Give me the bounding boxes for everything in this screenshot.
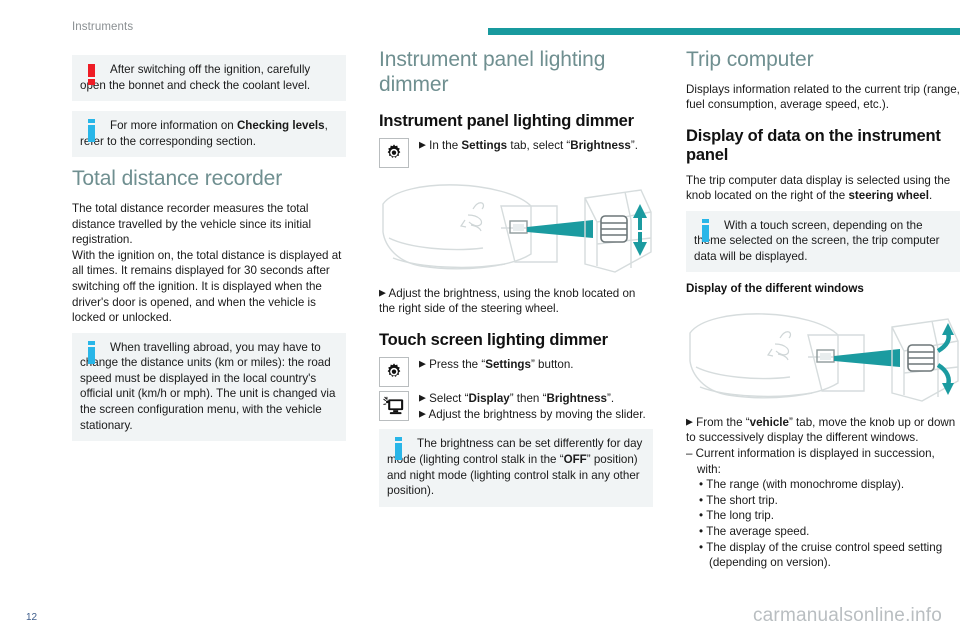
action-text-bold2: Brightness (570, 138, 631, 152)
action-text-part1: In the (429, 138, 462, 152)
gear-settings-icon (379, 137, 409, 168)
section-heading-total-distance: Total distance recorder (72, 167, 283, 191)
subsection-heading-different-windows: Display of the different windows (686, 282, 864, 296)
action-display-brightness-text: ▶ Select “Display” then “Brightness”. ▶ A… (379, 391, 653, 422)
triangle-right-icon: ▶ (686, 416, 693, 427)
info-i-icon (81, 119, 103, 149)
warning-callout: After switching off the ignition, carefu… (72, 55, 346, 102)
up-down-curved-arrows (936, 332, 951, 386)
info-callout-text: The brightness can be set differently fo… (387, 436, 645, 498)
subsection-heading-instrument-dimmer: Instrument panel lighting dimmer (379, 111, 634, 130)
press-text-part2: ” button. (530, 358, 574, 372)
bullet-text: The average speed. (706, 524, 810, 538)
daynight-bold: OFF (563, 453, 587, 467)
warning-exclamation-icon (81, 63, 103, 93)
list-item: • The short trip. (699, 493, 778, 507)
gear-settings-icon (379, 357, 409, 388)
list-item: • The average speed. (699, 524, 810, 538)
display-text-part3: ”. (607, 392, 615, 406)
manual-page: Instruments After switching off the igni… (0, 0, 960, 640)
trip-computer-intro: Displays information related to the curr… (686, 82, 960, 112)
list-item: • The display of the cruise control spee… (699, 540, 943, 570)
column-1: After switching off the ignition, carefu… (72, 48, 346, 588)
bullet-text: The long trip. (706, 509, 774, 523)
steering-wheel-dimmer-knob-illustration (379, 176, 653, 280)
info-i-icon (695, 218, 717, 249)
info-text-bold: Checking levels (236, 119, 325, 133)
action-vehicle-tab: ▶ From the “vehicle” tab, move the knob … (686, 415, 960, 446)
info-callout-text: For more information on Checking levels,… (80, 118, 338, 149)
info-text-part1: For more information on (110, 119, 237, 133)
action-settings-brightness-text: ▶ In the Settings tab, select “Brightnes… (379, 138, 653, 154)
column-3: Trip computer Displays information relat… (686, 48, 960, 588)
display-slider-text: Adjust the brightness by moving the slid… (428, 407, 646, 421)
action-text-part2: tab, select “ (507, 138, 571, 152)
watermark: carmanualsonline.info (752, 605, 942, 626)
up-down-arrows (633, 203, 647, 256)
info-callout-checking-levels: For more information on Checking levels,… (72, 111, 346, 158)
action-settings-brightness: ▶ In the Settings tab, select “Brightnes… (379, 137, 653, 168)
triangle-right-icon: ▶ (419, 408, 426, 419)
subsection-heading-touchscreen-dimmer: Touch screen lighting dimmer (379, 330, 608, 349)
display-text-part1: Select “ (429, 392, 469, 406)
total-distance-para-1: The total distance recorder measures the… (72, 202, 312, 247)
action-text-part3: ”. (630, 138, 638, 152)
display-text-bold1: Display (468, 392, 510, 406)
triangle-right-icon: ▶ (419, 392, 426, 403)
display-text-bold2: Brightness (546, 392, 608, 406)
triangle-right-icon: ▶ (379, 287, 386, 298)
press-text-part1: Press the “ (429, 358, 486, 372)
current-info-dash-list: – Current information is displayed in su… (686, 446, 960, 477)
trip-computer-para-2: The trip computer data display is select… (686, 173, 960, 204)
page-number: 12 (26, 612, 38, 623)
para2-part2: . (928, 189, 933, 203)
triangle-right-icon: ▶ (419, 139, 426, 150)
info-callout-touchscreen-theme: With a touch screen, depending on the th… (686, 210, 960, 273)
vehicle-part1: From the “ (696, 415, 750, 429)
section-heading-trip-computer: Trip computer (686, 48, 814, 71)
display-text-part2: ” then “ (509, 392, 547, 406)
bullet-text: The display of the cruise control speed … (706, 540, 943, 570)
triangle-right-icon: ▶ (419, 358, 426, 369)
trip-computer-bullet-list: • The range (with monochrome display). •… (699, 477, 960, 570)
info-callout-distance-units: When travelling abroad, you may have to … (72, 332, 346, 442)
warning-callout-text: After switching off the ignition, carefu… (80, 63, 311, 92)
list-item: • The long trip. (699, 509, 774, 523)
header-rule (488, 28, 960, 35)
info-callout-text: When travelling abroad, you may have to … (80, 340, 336, 432)
steering-wheel-dimmer-knob-illustration (686, 305, 960, 409)
info-callout-day-night-brightness: The brightness can be set differently fo… (379, 429, 653, 507)
display-brightness-icon (379, 391, 409, 422)
bullet-text: The range (with monochrome display). (706, 478, 905, 492)
list-item: • The range (with monochrome display). (699, 478, 905, 492)
action-text-bold1: Settings (461, 138, 508, 152)
bullet-text: The short trip. (706, 493, 778, 507)
section-heading-instrument-dimmer: Instrument panel lighting dimmer (379, 48, 606, 96)
press-text-bold: Settings (485, 358, 531, 372)
total-distance-para-2: With the ignition on, the total distance… (72, 248, 342, 325)
vehicle-bold: vehicle (749, 415, 789, 429)
list-item: – Current information is displayed in su… (686, 447, 935, 476)
info-callout-text: With a touch screen, depending on the th… (694, 218, 940, 263)
column-2: Instrument panel lighting dimmer Instrum… (379, 48, 653, 588)
info-i-icon (81, 340, 103, 371)
subsection-heading-display-data: Display of data on the instrument panel (686, 126, 941, 165)
chapter-title: Instruments (72, 21, 134, 33)
action-press-settings: ▶ Press the “Settings” button. (379, 357, 653, 388)
action-display-brightness: ▶ Select “Display” then “Brightness”. ▶ A… (379, 391, 653, 422)
three-column-layout: After switching off the ignition, carefu… (72, 48, 960, 588)
info-i-icon (388, 437, 410, 467)
action-press-settings-text: ▶ Press the “Settings” button. (379, 357, 653, 373)
para2-bold: steering wheel (848, 189, 929, 203)
action-adjust-text: Adjust the brightness, using the knob lo… (379, 286, 636, 316)
action-adjust-brightness-knob: ▶ Adjust the brightness, using the knob … (379, 286, 653, 317)
